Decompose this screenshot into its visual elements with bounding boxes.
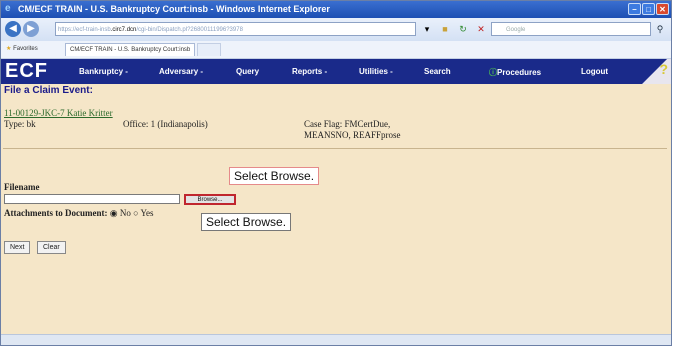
forward-icon[interactable]: ▶ xyxy=(23,21,39,37)
case-flag-line1: Case Flag: FMCertDue, xyxy=(304,119,391,129)
window-controls: – □ ✕ xyxy=(628,3,669,15)
menu-logout[interactable]: Logout xyxy=(581,67,608,76)
url-path: /cgi-bin/Dispatch.pl?26800111996?3978 xyxy=(136,27,243,33)
info-icon: ⓘ xyxy=(489,68,497,77)
ecf-nav-bar: ECF Bankruptcy - Adversary - Query Repor… xyxy=(1,59,671,84)
ie-logo-icon: e xyxy=(5,3,11,14)
radio-no-label: No xyxy=(119,208,131,218)
favorites-button[interactable]: ★ Favorites xyxy=(6,41,38,58)
menu-utilities[interactable]: Utilities - xyxy=(359,67,393,76)
radio-yes[interactable]: ○ xyxy=(133,208,138,218)
search-icon[interactable]: ⚲ xyxy=(653,22,667,36)
ecf-logo[interactable]: ECF xyxy=(5,60,48,82)
case-flag-line2: MEANSNO, REAFFprose xyxy=(304,130,401,140)
filename-label: Filename xyxy=(4,182,40,192)
refresh-icon[interactable]: ↻ xyxy=(456,22,470,36)
question-mark-icon: ? xyxy=(659,61,668,77)
title-bar: e CM/ECF TRAIN - U.S. Bankruptcy Court:in… xyxy=(1,1,671,18)
stop-icon[interactable]: ✕ xyxy=(474,22,488,36)
search-input[interactable]: Google xyxy=(491,22,651,36)
menu-adversary[interactable]: Adversary - xyxy=(159,67,203,76)
menu-bankruptcy[interactable]: Bankruptcy - xyxy=(79,67,128,76)
attachments-label: Attachments to Document: xyxy=(4,208,108,218)
callout-bottom: Select Browse. xyxy=(201,213,292,231)
help-button[interactable]: ? xyxy=(631,59,671,84)
case-type: Type: bk xyxy=(4,119,36,129)
menu-procedures[interactable]: ⓘProcedures xyxy=(489,67,541,78)
menu-query[interactable]: Query xyxy=(236,67,259,76)
attachments-row: Attachments to Document: ◉ No ○ Yes xyxy=(4,208,154,219)
filename-input[interactable] xyxy=(4,194,180,204)
address-icons: ▾ ■ ↻ ✕ xyxy=(420,22,488,36)
close-icon[interactable]: ✕ xyxy=(656,3,669,15)
case-flag: Case Flag: FMCertDue, MEANSNO, REAFFpros… xyxy=(304,119,444,141)
status-bar xyxy=(1,334,671,345)
address-bar: ◀ ▶ https://ecf-train-insb.circ7.dcn/cgi… xyxy=(1,18,671,41)
page-title: File a Claim Event: xyxy=(4,85,93,96)
url-domain: .circ7.dcn xyxy=(110,27,137,33)
favorites-label: Favorites xyxy=(13,46,38,52)
maximize-icon[interactable]: □ xyxy=(642,3,655,15)
radio-yes-label: Yes xyxy=(140,208,154,218)
lock-icon[interactable]: ■ xyxy=(438,22,452,36)
dropdown-icon[interactable]: ▾ xyxy=(420,22,434,36)
browser-window: e CM/ECF TRAIN - U.S. Bankruptcy Court:in… xyxy=(0,0,672,346)
callout-top: Select Browse. xyxy=(229,167,320,185)
favorites-bar: ★ Favorites CM/ECF TRAIN - U.S. Bankrupt… xyxy=(1,41,671,59)
url-prefix: https://ecf-train-insb xyxy=(58,27,111,33)
clear-button[interactable]: Clear xyxy=(37,241,66,254)
url-input[interactable]: https://ecf-train-insb.circ7.dcn/cgi-bin… xyxy=(55,22,416,36)
minimize-icon[interactable]: – xyxy=(628,3,641,15)
browser-tab[interactable]: CM/ECF TRAIN - U.S. Bankruptcy Court:ins… xyxy=(65,43,195,56)
menu-procedures-label: Procedures xyxy=(497,68,542,77)
window-title: CM/ECF TRAIN - U.S. Bankruptcy Court:ins… xyxy=(18,4,330,14)
star-icon: ★ xyxy=(6,46,12,52)
menu-reports[interactable]: Reports - xyxy=(292,67,327,76)
case-link[interactable]: 11-00129-JKC-7 Katie Kritter xyxy=(4,108,113,118)
browse-button[interactable]: Browse... xyxy=(184,194,236,205)
case-office: Office: 1 (Indianapolis) xyxy=(123,119,208,129)
radio-no[interactable]: ◉ xyxy=(110,208,118,218)
divider xyxy=(3,148,667,149)
back-icon[interactable]: ◀ xyxy=(5,21,21,37)
menu-search[interactable]: Search xyxy=(424,67,451,76)
next-button[interactable]: Next xyxy=(4,241,31,254)
new-tab-button[interactable] xyxy=(197,43,221,56)
